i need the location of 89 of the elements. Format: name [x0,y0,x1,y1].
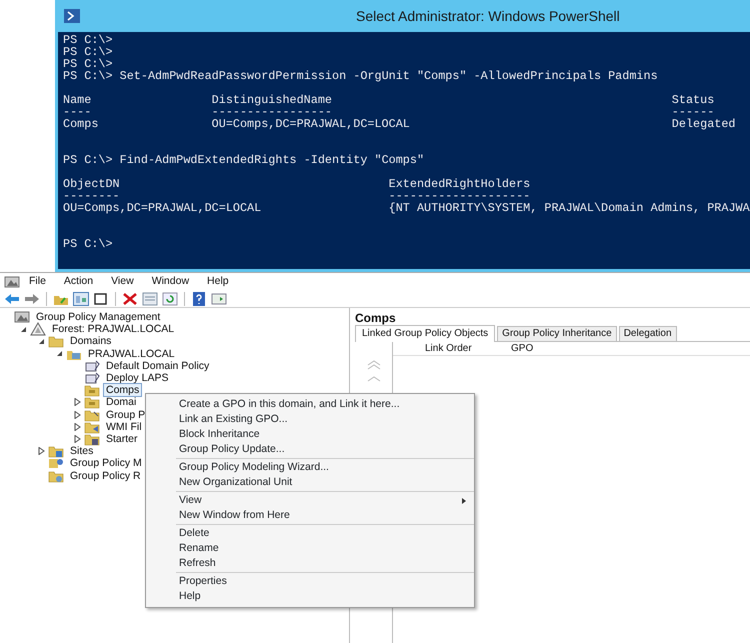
column-header: ExtendedRightHolders [388,178,532,190]
column-header: Status [672,94,716,106]
folder-icon [48,468,64,483]
menu-item[interactable]: Delete [176,526,474,541]
tab[interactable]: Group Policy Inheritance [497,326,617,341]
tree-item[interactable]: Domai [103,395,140,410]
console-icon [4,274,20,288]
delete-icon[interactable] [122,292,138,306]
tree-item[interactable]: Forest: PRAJWAL.LOCAL [49,322,178,336]
column-header: ObjectDN [63,178,121,190]
powershell-icon [64,9,80,23]
column-header[interactable]: GPO [511,341,534,356]
tree-item[interactable]: Group Policy Management [33,310,164,324]
folder-icon [48,444,64,458]
expanded-icon[interactable] [20,326,26,333]
collapsed-icon[interactable] [74,410,80,419]
menu-item[interactable]: Create a GPO in this domain, and Link it here... [176,397,474,412]
window-icon[interactable] [93,292,109,306]
back-arrow-icon[interactable] [4,292,20,306]
pane-title: Comps [355,311,397,325]
table-cell-text: OU=Comps,DC=PRAJWAL,DC=LOCAL [212,118,411,130]
menu-item[interactable]: Help [198,274,238,289]
console-line: PS C:\> [63,34,114,46]
menu-item[interactable]: File [20,274,55,289]
header-underline: -------- [63,190,121,202]
header-underline: ----------------- [212,106,334,118]
expanded-icon[interactable] [38,338,44,345]
column-header: Name [63,94,92,106]
menu-item[interactable]: Group Policy Modeling Wizard... [176,460,474,475]
column-header[interactable]: Link Order [393,341,511,356]
menu-item[interactable]: Properties [176,574,474,589]
console-line: PS C:\> [63,238,114,250]
folder-icon [84,420,100,434]
tree-item[interactable]: Comps [103,383,142,398]
tree-item[interactable]: Group Policy M [67,456,145,470]
header-underline: ------ [672,106,714,118]
tab[interactable]: Linked Group Policy Objects [355,325,496,342]
table-cell-text: Comps [63,118,100,130]
column-header: DistinguishedName [212,94,334,106]
tree-item[interactable]: Group Policy R [67,468,144,483]
expanded-icon[interactable] [56,350,62,358]
tab[interactable]: Delegation [618,326,676,341]
collapsed-icon[interactable] [74,434,80,443]
table-cell-text: Delegated [672,118,737,130]
collapsed-icon[interactable] [74,398,80,406]
menu-item[interactable]: Block Inheritance [176,427,474,442]
menu-item[interactable]: Help [176,589,474,604]
tree-item[interactable]: WMI Fil [103,420,145,434]
menu-item[interactable]: Link an Existing GPO... [176,412,474,427]
console-line: PS C:\> Set-AdmPwdReadPasswordPermission -OrgUnit "Comps" -AllowedPrincipals Padmins [63,70,659,82]
help-icon[interactable] [191,292,207,306]
triangle-icon [30,322,46,336]
tree-item[interactable]: Deploy LAPS [103,371,172,386]
tree-item[interactable]: Domains [67,334,114,348]
menu-item[interactable]: New Window from Here [176,508,474,523]
menu-item[interactable]: Group Policy Update... [176,442,474,457]
table-cell: {NT AUTHORITY\SYSTEM, PRAJWAL\Domain Admins, PRAJWA [388,202,750,214]
window-title: Select Administrator: Windows PowerShell [356,6,620,26]
tree-item[interactable]: Sites [67,444,96,458]
menu-item[interactable]: New Organizational Unit [176,475,474,490]
menu-item[interactable]: Rename [176,541,474,556]
console-icon [14,310,30,324]
header-underline: ---- [63,106,92,118]
console-line: PS C:\> [63,58,114,70]
tree-item[interactable]: PRAJWAL.LOCAL [85,346,178,361]
menu-item[interactable]: View [102,274,143,289]
menu-item[interactable]: Window [142,274,198,289]
header-underline: -------------------- [388,190,530,202]
properties-icon[interactable] [142,292,158,306]
folder-icon [84,432,100,446]
collapsed-icon[interactable] [38,447,44,456]
menu-item[interactable]: View [176,493,474,508]
folder-icon [84,408,100,422]
folder-icon [84,383,100,398]
folder-icon [84,395,100,410]
console-tree-icon[interactable] [73,292,89,306]
tree-item[interactable]: Starter [103,432,141,446]
console-line: PS C:\> [63,46,114,58]
forward-arrow-icon[interactable] [24,292,40,306]
collapsed-icon[interactable] [74,422,80,431]
tree-item[interactable]: Group P [103,408,148,422]
console-line: PS C:\> Find-AdmPwdExtendedRights -Identity "Comps" [63,154,426,166]
tree-item[interactable]: Default Domain Policy [103,358,212,373]
menu-item[interactable]: Refresh [176,556,474,571]
folder-icon [48,334,64,348]
refresh-icon[interactable] [162,292,178,306]
panel-icon[interactable] [211,292,227,306]
menu-item[interactable]: Action [54,274,102,289]
table-cell-text: OU=Comps,DC=PRAJWAL,DC=LOCAL [63,202,262,214]
